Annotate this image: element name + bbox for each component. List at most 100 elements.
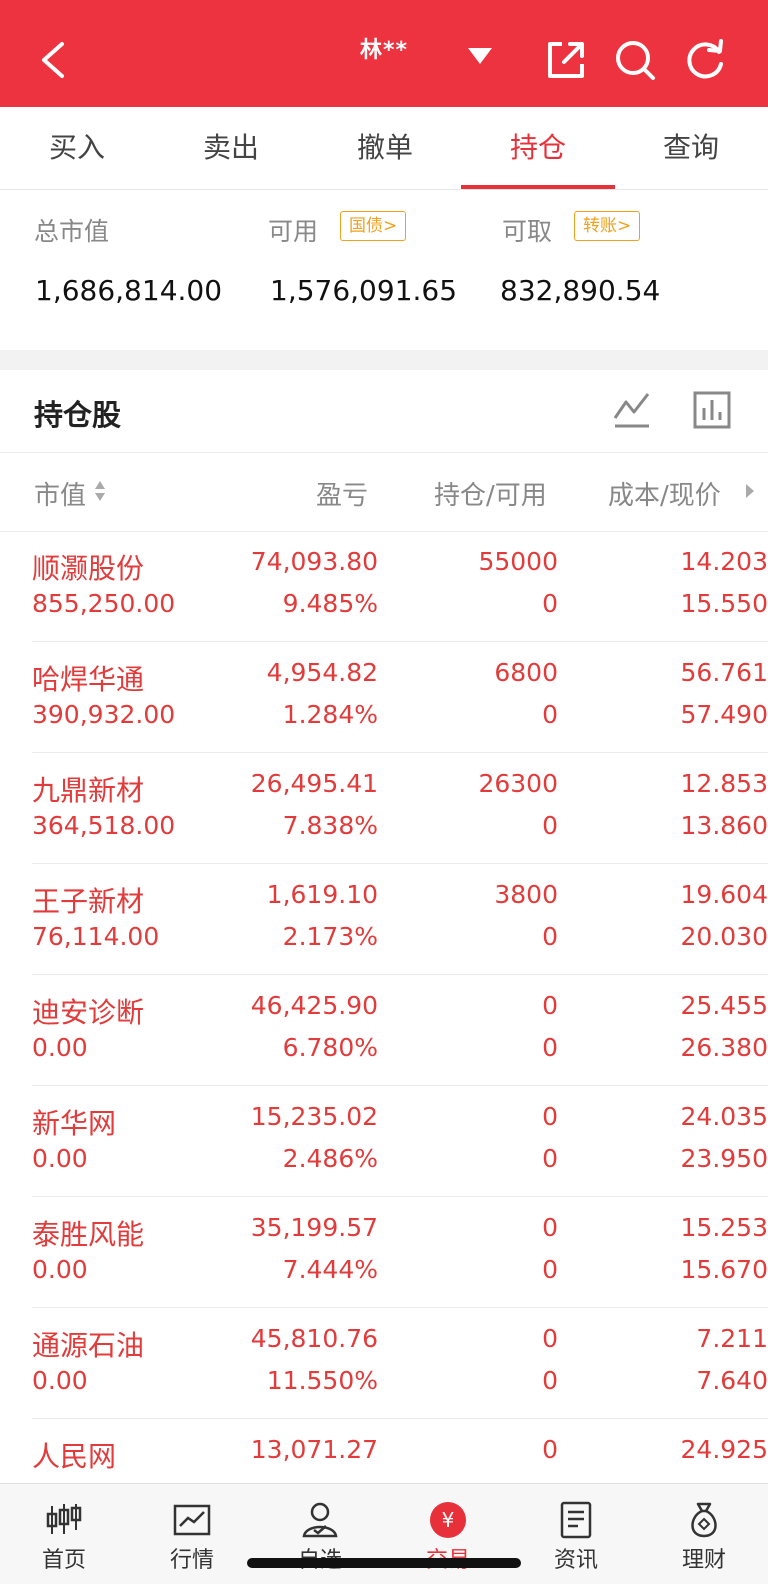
total-market-value-label: 总市值 bbox=[34, 217, 110, 246]
nav-news-label: 资讯 bbox=[553, 1548, 598, 1573]
user-check-icon bbox=[302, 1502, 338, 1538]
stock-market-value: 0.00 bbox=[32, 1366, 88, 1395]
holding-row[interactable]: 顺灏股份 855,250.00 74,093.80 9.485% 55000 0… bbox=[32, 531, 768, 642]
holding-row[interactable]: 泰胜风能 0.00 35,199.57 7.444% 0 0 15.253 15… bbox=[32, 1197, 768, 1308]
stock-profit-loss: 26,495.41 bbox=[250, 769, 378, 798]
holding-row[interactable]: 迪安诊断 0.00 46,425.90 6.780% 0 0 25.455 26… bbox=[32, 975, 768, 1086]
holding-row[interactable]: 哈焊华通 390,932.00 4,954.82 1.284% 6800 0 5… bbox=[32, 642, 768, 753]
candlestick-icon bbox=[46, 1504, 82, 1534]
stock-current-price: 23.950 bbox=[680, 1144, 768, 1173]
stock-profit-loss: 35,199.57 bbox=[250, 1213, 378, 1242]
market-chart-icon bbox=[173, 1504, 211, 1536]
nav-home-label: 首页 bbox=[41, 1548, 86, 1573]
line-chart-icon[interactable] bbox=[612, 390, 652, 430]
stock-cost: 19.604 bbox=[680, 880, 768, 909]
money-bag-icon bbox=[691, 1502, 717, 1538]
nav-market-label: 行情 bbox=[169, 1548, 214, 1573]
bond-button[interactable]: 国债> bbox=[340, 211, 407, 241]
available-label: 可用 bbox=[268, 217, 319, 246]
stock-profit-loss-ratio: 2.486% bbox=[282, 1144, 378, 1173]
stock-market-value: 390,932.00 bbox=[32, 700, 176, 729]
stock-name: 王子新材 bbox=[32, 885, 145, 918]
stock-profit-loss: 13,071.27 bbox=[250, 1435, 378, 1464]
nav-home[interactable]: 首页 bbox=[0, 1484, 128, 1584]
tab-holdings[interactable]: 持仓 bbox=[461, 107, 615, 189]
document-icon bbox=[560, 1501, 592, 1539]
column-profit-loss: 盈亏 bbox=[316, 481, 369, 511]
tab-cancel[interactable]: 撤单 bbox=[308, 107, 462, 189]
column-market-value[interactable]: 市值 bbox=[34, 475, 86, 512]
stock-name: 泰胜风能 bbox=[32, 1218, 145, 1251]
bar-chart-icon[interactable] bbox=[692, 390, 732, 430]
account-dropdown-icon[interactable] bbox=[468, 48, 492, 64]
stock-profit-loss-ratio: 9.485% bbox=[282, 589, 378, 618]
stock-profit-loss: 46,425.90 bbox=[250, 991, 378, 1020]
share-icon[interactable] bbox=[544, 38, 588, 82]
top-bar: 林** bbox=[0, 0, 768, 107]
nav-wealth-label: 理财 bbox=[681, 1548, 726, 1573]
stock-current-price: 20.030 bbox=[680, 922, 768, 951]
sort-icon[interactable] bbox=[94, 479, 106, 503]
nav-market[interactable]: 行情 bbox=[128, 1484, 256, 1584]
chevron-right-icon[interactable] bbox=[744, 483, 756, 499]
nav-wealth[interactable]: 理财 bbox=[640, 1484, 768, 1584]
stock-cost: 12.853 bbox=[680, 769, 768, 798]
stock-current-price: 13.860 bbox=[680, 811, 768, 840]
tab-sell[interactable]: 卖出 bbox=[154, 107, 308, 189]
stock-name: 哈焊华通 bbox=[32, 663, 145, 696]
stock-market-value: 855,250.00 bbox=[32, 589, 176, 618]
withdrawable-value: 832,890.54 bbox=[500, 274, 661, 307]
column-cost-price: 成本/现价 bbox=[608, 481, 721, 511]
holdings-column-header: 市值 盈亏 持仓/可用 成本/现价 bbox=[0, 452, 768, 532]
nav-watchlist[interactable]: 自选 bbox=[256, 1484, 384, 1584]
stock-holding-qty: 0 bbox=[542, 1213, 558, 1242]
tab-query[interactable]: 查询 bbox=[614, 107, 768, 189]
stock-cost: 7.211 bbox=[696, 1324, 768, 1353]
holding-row[interactable]: 通源石油 0.00 45,810.76 11.550% 0 0 7.211 7.… bbox=[32, 1308, 768, 1419]
stock-holding-qty: 6800 bbox=[494, 658, 558, 687]
stock-available-qty: 0 bbox=[542, 1033, 558, 1062]
nav-trade[interactable]: ¥ 交易 bbox=[384, 1484, 512, 1584]
stock-current-price: 57.490 bbox=[680, 700, 768, 729]
back-arrow-icon[interactable] bbox=[36, 40, 76, 80]
bottom-nav: 首页 行情 自选 ¥ 交易 资讯 bbox=[0, 1483, 768, 1584]
refresh-icon[interactable] bbox=[683, 38, 727, 82]
stock-name: 新华网 bbox=[32, 1107, 117, 1140]
stock-profit-loss-ratio: 1.284% bbox=[282, 700, 378, 729]
stock-profit-loss: 1,619.10 bbox=[266, 880, 378, 909]
stock-cost: 25.455 bbox=[680, 991, 768, 1020]
stock-holding-qty: 0 bbox=[542, 1102, 558, 1131]
stock-name: 通源石油 bbox=[32, 1329, 145, 1362]
account-title[interactable]: 林** bbox=[300, 32, 468, 64]
stock-market-value: 76,114.00 bbox=[32, 922, 160, 951]
stock-current-price: 15.550 bbox=[680, 589, 768, 618]
stock-available-qty: 0 bbox=[542, 1255, 558, 1284]
search-icon[interactable] bbox=[613, 38, 657, 82]
stock-market-value: 0.00 bbox=[32, 1255, 88, 1284]
stock-market-value: 364,518.00 bbox=[32, 811, 176, 840]
transfer-button[interactable]: 转账> bbox=[574, 211, 641, 241]
nav-news[interactable]: 资讯 bbox=[512, 1484, 640, 1584]
stock-available-qty: 0 bbox=[542, 922, 558, 951]
holdings-title: 持仓股 bbox=[34, 398, 122, 432]
tab-buy[interactable]: 买入 bbox=[0, 107, 154, 189]
holding-row[interactable]: 王子新材 76,114.00 1,619.10 2.173% 3800 0 19… bbox=[32, 864, 768, 975]
stock-available-qty: 0 bbox=[542, 700, 558, 729]
stock-holding-qty: 26300 bbox=[478, 769, 558, 798]
holding-row[interactable]: 九鼎新材 364,518.00 26,495.41 7.838% 26300 0… bbox=[32, 753, 768, 864]
holding-row[interactable]: 新华网 0.00 15,235.02 2.486% 0 0 24.035 23.… bbox=[32, 1086, 768, 1197]
stock-current-price: 15.670 bbox=[680, 1255, 768, 1284]
stock-available-qty: 0 bbox=[542, 1366, 558, 1395]
stock-holding-qty: 55000 bbox=[478, 547, 558, 576]
stock-holding-qty: 0 bbox=[542, 991, 558, 1020]
stock-profit-loss: 15,235.02 bbox=[250, 1102, 378, 1131]
stock-profit-loss: 4,954.82 bbox=[266, 658, 378, 687]
stock-profit-loss-ratio: 6.780% bbox=[282, 1033, 378, 1062]
stock-profit-loss-ratio: 2.173% bbox=[282, 922, 378, 951]
home-indicator bbox=[247, 1558, 521, 1568]
stock-current-price: 7.640 bbox=[696, 1366, 768, 1395]
holdings-list: 顺灏股份 855,250.00 74,093.80 9.485% 55000 0… bbox=[0, 531, 768, 1530]
column-holding-available: 持仓/可用 bbox=[434, 481, 547, 511]
stock-current-price: 26.380 bbox=[680, 1033, 768, 1062]
stock-name: 顺灏股份 bbox=[32, 552, 145, 585]
